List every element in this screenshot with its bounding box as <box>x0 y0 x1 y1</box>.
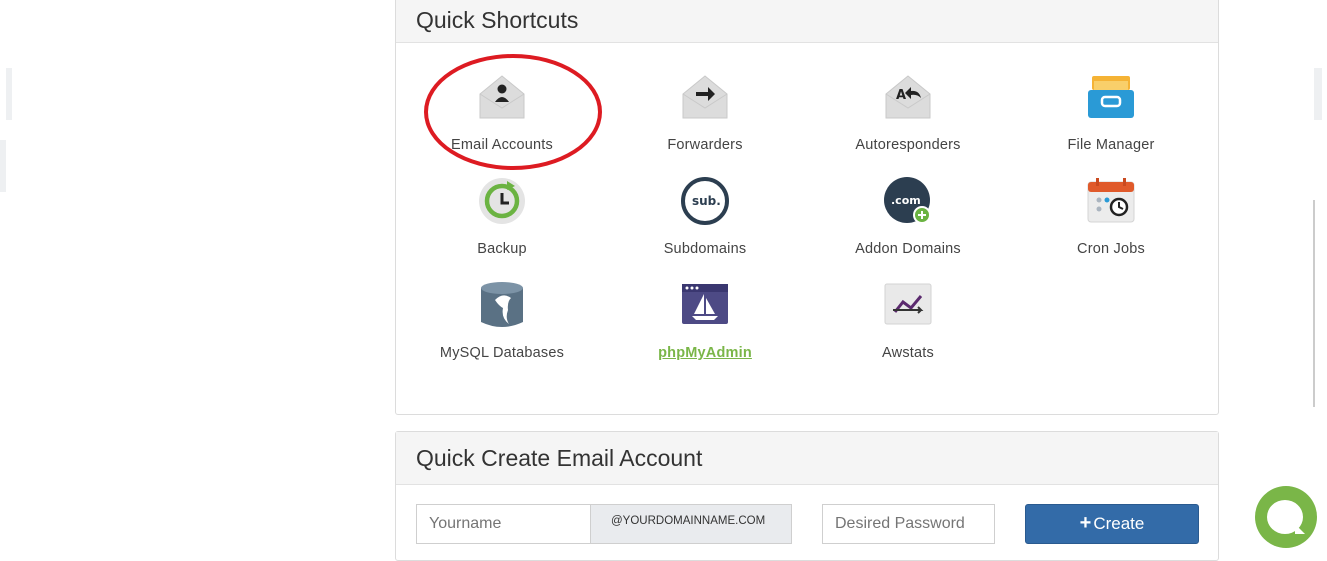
sub-badge-icon: sub. <box>681 177 729 225</box>
scrollbar-track[interactable] <box>1313 200 1315 407</box>
highlight-ring <box>424 54 602 170</box>
domain-suffix: @YOURDOMAINNAME.COM <box>590 504 792 544</box>
create-button[interactable]: + Create <box>1025 504 1199 544</box>
dotcom-plus-icon: .com <box>884 177 931 224</box>
right-edge-tab <box>1314 68 1322 120</box>
left-edge-tab-top <box>6 68 12 120</box>
shortcut-file-manager[interactable]: File Manager <box>1011 72 1211 153</box>
calendar-clock-icon <box>1087 178 1135 223</box>
chat-widget-button[interactable] <box>1255 486 1317 548</box>
shortcut-label: Autoresponders <box>855 137 961 153</box>
shortcut-label: Forwarders <box>667 137 743 153</box>
shortcut-addon-domains[interactable]: .com Addon Domains <box>808 176 1008 257</box>
plus-icon: + <box>1079 512 1092 534</box>
shortcut-label: Backup <box>477 241 527 257</box>
database-dolphin-icon <box>481 282 523 327</box>
shortcut-awstats[interactable]: Awstats <box>808 280 1008 361</box>
shortcut-label: File Manager <box>1067 137 1155 153</box>
shortcut-cron-jobs[interactable]: Cron Jobs <box>1011 176 1211 257</box>
svg-text:sub.: sub. <box>692 194 721 208</box>
sailboat-window-icon <box>682 284 728 324</box>
shortcut-label: Awstats <box>882 345 934 361</box>
shortcut-mysql-databases[interactable]: MySQL Databases <box>402 280 602 361</box>
shortcut-phpmyadmin[interactable]: phpMyAdmin <box>605 280 805 361</box>
trend-chart-icon <box>884 283 932 325</box>
quick-shortcuts-title: Quick Shortcuts <box>396 0 1218 43</box>
shortcut-backup[interactable]: Backup <box>402 176 602 257</box>
quick-create-email-title: Quick Create Email Account <box>396 432 1218 485</box>
shortcut-subdomains[interactable]: sub. Subdomains <box>605 176 805 257</box>
envelope-arrow-icon <box>682 75 728 119</box>
shortcut-label: Cron Jobs <box>1077 241 1145 257</box>
file-drawer-icon <box>1088 76 1134 118</box>
create-button-label: Create <box>1093 514 1145 533</box>
shortcut-label: Subdomains <box>663 241 747 257</box>
shortcut-label: Addon Domains <box>855 241 961 257</box>
svg-text:A: A <box>896 88 906 103</box>
backup-clock-icon <box>479 178 525 224</box>
shortcut-autoresponders[interactable]: A Autoresponders <box>808 72 1008 153</box>
envelope-reply-icon: A <box>885 75 931 119</box>
left-edge-tab-bottom <box>0 140 6 192</box>
chat-bubble-tail <box>1295 524 1305 534</box>
password-input[interactable] <box>822 504 995 544</box>
username-input[interactable] <box>416 504 592 544</box>
shortcut-label: MySQL Databases <box>439 345 565 361</box>
shortcut-forwarders[interactable]: Forwarders <box>605 72 805 153</box>
svg-text:.com: .com <box>891 194 921 207</box>
shortcut-label: phpMyAdmin <box>658 345 752 361</box>
